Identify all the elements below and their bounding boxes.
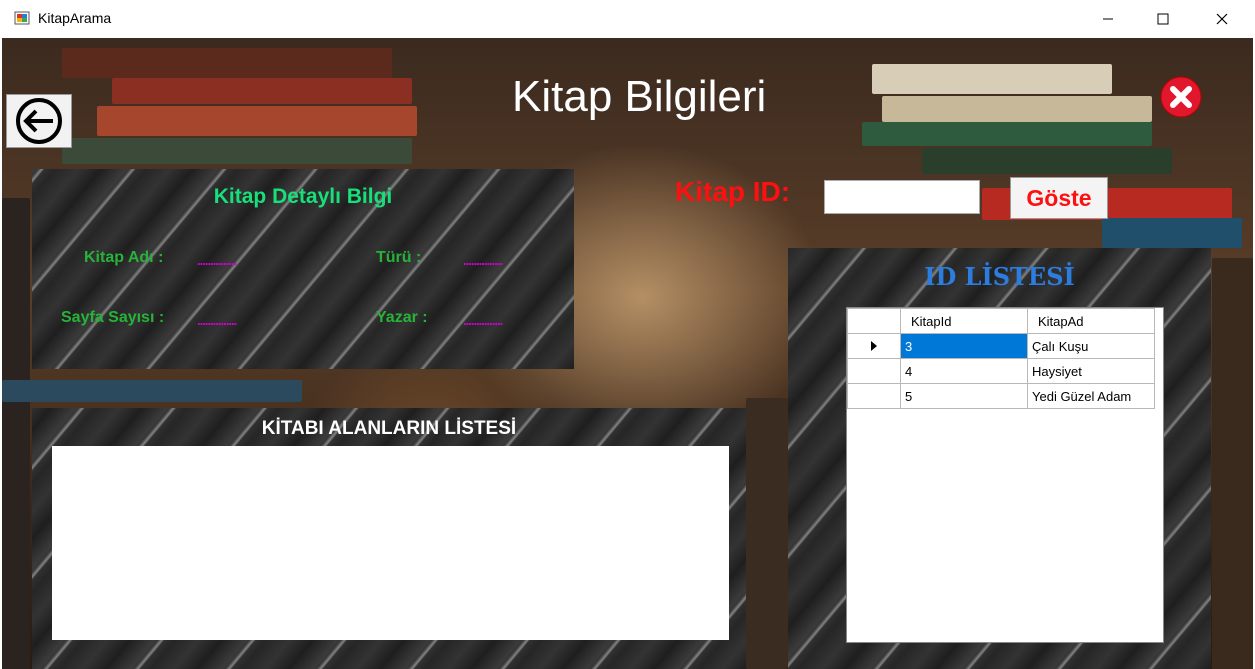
form-client-area: Kitap Bilgileri Kitap Detaylı Bilgi Kita… <box>2 38 1253 669</box>
row-header[interactable] <box>847 383 901 409</box>
sayfa-sayisi-label: Sayfa Sayısı : <box>61 309 165 326</box>
window-titlebar: KitapArama <box>0 0 1255 38</box>
id-list-title: ID LİSTESİ <box>924 262 1075 291</box>
yazar-value: ............... <box>463 313 503 328</box>
kitap-adi-value: ............... <box>197 253 237 268</box>
detail-title: Kitap Detaylı Bilgi <box>213 185 393 208</box>
back-arrow-icon <box>16 98 62 144</box>
borrowers-title: KİTABI ALANLARIN LİSTESİ <box>261 418 517 439</box>
close-circle-icon[interactable] <box>1160 76 1202 118</box>
row-selector-arrow-icon <box>871 340 877 351</box>
kitap-adi-label: Kitap Adı : <box>84 249 164 266</box>
app-icon <box>14 11 30 25</box>
id-list-panel: ID LİSTESİ KitapId KitapAd 3 Çalı Kuşu 4… <box>788 248 1211 669</box>
grid-header-row: KitapId KitapAd <box>847 308 1155 334</box>
grid-corner-cell <box>847 308 901 334</box>
table-row[interactable]: 4 Haysiyet <box>847 358 1155 384</box>
page-title: Kitap Bilgileri <box>512 72 767 121</box>
column-header-kitapad[interactable]: KitapAd <box>1027 308 1155 334</box>
close-window-button[interactable] <box>1199 0 1245 38</box>
back-button[interactable] <box>6 94 72 148</box>
sayfa-sayisi-value: ............... <box>197 313 237 328</box>
window-title: KitapArama <box>38 10 112 26</box>
minimize-icon <box>1103 18 1113 20</box>
table-cell-id[interactable]: 3 <box>900 333 1028 359</box>
maximize-button[interactable] <box>1140 0 1186 38</box>
close-icon <box>1216 13 1228 25</box>
borrowers-panel: KİTABI ALANLARIN LİSTESİ <box>32 408 746 669</box>
table-row[interactable]: 5 Yedi Güzel Adam <box>847 383 1155 409</box>
borrowers-list[interactable] <box>52 446 729 640</box>
kitap-id-label: Kitap ID: <box>675 176 791 207</box>
yazar-label: Yazar : <box>376 309 428 326</box>
turu-value: ............... <box>463 253 503 268</box>
table-cell-name[interactable]: Çalı Kuşu <box>1027 333 1155 359</box>
column-header-kitapid[interactable]: KitapId <box>900 308 1028 334</box>
row-header[interactable] <box>847 358 901 384</box>
table-cell-name[interactable]: Yedi Güzel Adam <box>1027 383 1155 409</box>
row-header[interactable] <box>847 333 901 359</box>
table-cell-id[interactable]: 5 <box>900 383 1028 409</box>
table-cell-id[interactable]: 4 <box>900 358 1028 384</box>
detail-panel: Kitap Detaylı Bilgi Kitap Adı : ........… <box>32 169 574 369</box>
turu-label: Türü : <box>376 249 422 266</box>
minimize-button[interactable] <box>1085 0 1131 38</box>
id-list-grid[interactable]: KitapId KitapAd 3 Çalı Kuşu 4 Haysiyet 5… <box>846 307 1164 643</box>
table-row[interactable]: 3 Çalı Kuşu <box>847 333 1155 359</box>
goster-button[interactable]: Göste <box>1010 177 1108 219</box>
kitap-id-input[interactable] <box>824 180 980 214</box>
table-cell-name[interactable]: Haysiyet <box>1027 358 1155 384</box>
maximize-icon <box>1157 13 1169 25</box>
